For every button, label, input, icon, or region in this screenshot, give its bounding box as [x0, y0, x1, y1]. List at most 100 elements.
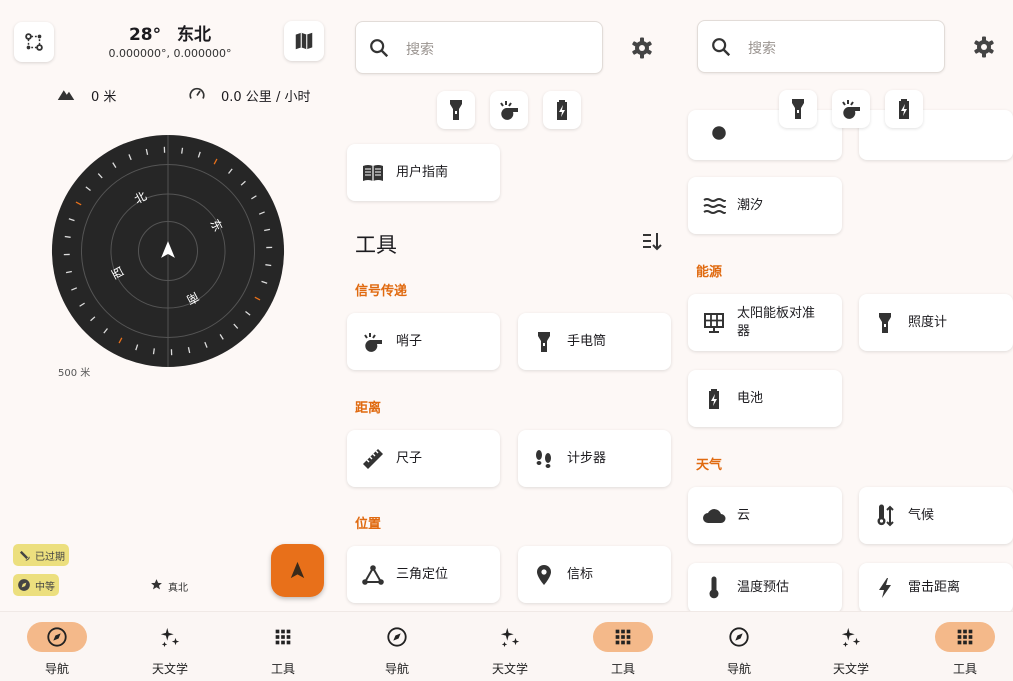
tool-card-partial[interactable] — [859, 110, 1013, 160]
tool-label: 照度计 — [908, 314, 948, 330]
compass-tick — [181, 147, 184, 154]
quick-battery-button[interactable] — [885, 90, 923, 128]
whistle-icon — [842, 100, 860, 119]
tool-whistle[interactable]: 哨子 — [347, 313, 500, 370]
tool-label: 云 — [737, 507, 751, 523]
triangle-nodes-icon — [362, 564, 384, 585]
tools-title: 工具 — [355, 233, 397, 257]
compass-icon — [18, 579, 30, 591]
grid-icon — [275, 629, 291, 645]
thermometer-icon — [709, 576, 719, 599]
quick-whistle-button[interactable] — [490, 91, 528, 129]
nav-tab-navigation[interactable]: 导航 — [682, 612, 796, 681]
heading-readout: 28° 东北 — [110, 20, 230, 45]
gps-status-badge[interactable]: 已过期 — [13, 544, 69, 566]
tool-clouds[interactable]: 云 — [688, 487, 842, 544]
cloud-icon — [703, 508, 726, 523]
tool-user-guide[interactable]: 用户指南 — [347, 144, 500, 201]
compass-dial[interactable]: 北 东 南 西 — [50, 133, 286, 369]
nav-tab-tools[interactable]: 工具 — [226, 612, 340, 681]
tool-ruler[interactable]: 尺子 — [347, 430, 500, 487]
tool-light-meter[interactable]: 照度计 — [859, 294, 1013, 351]
tool-icon — [712, 126, 726, 140]
bottom-nav: 导航 天文学 工具 — [340, 611, 682, 681]
tool-climate[interactable]: 气候 — [859, 487, 1013, 544]
navigation-arrow-icon — [290, 561, 305, 579]
nav-tab-astronomy[interactable]: 天文学 — [794, 612, 908, 681]
tool-label: 雷击距离 — [908, 580, 961, 595]
compass-icon — [47, 627, 67, 647]
tool-battery[interactable]: 电池 — [688, 370, 842, 427]
map-pin-icon — [537, 564, 551, 585]
flashlight-icon — [792, 99, 804, 119]
nav-tab-tools[interactable]: 工具 — [566, 612, 680, 681]
grid-icon — [957, 629, 973, 645]
beacon-fab[interactable] — [271, 544, 324, 597]
sparkles-icon — [841, 627, 861, 648]
sparkles-icon — [500, 627, 520, 648]
waves-icon — [703, 197, 726, 214]
heading-direction: 东北 — [177, 25, 212, 45]
quick-battery-button[interactable] — [543, 91, 581, 129]
ruler-icon — [363, 448, 383, 469]
search-placeholder: 搜索 — [748, 41, 776, 57]
tool-label: 信标 — [567, 566, 594, 582]
flashlight-icon — [879, 312, 891, 333]
quick-flashlight-button[interactable] — [779, 90, 817, 128]
tool-lightning[interactable]: 雷击距离 — [859, 563, 1013, 613]
settings-icon[interactable] — [630, 36, 654, 60]
nav-tab-navigation[interactable]: 导航 — [0, 612, 114, 681]
search-bar[interactable]: 搜索 — [355, 21, 603, 74]
speed-value: 0.0 公里 / 小时 — [221, 90, 311, 105]
tool-temperature-estimation[interactable]: 温度预估 — [688, 563, 842, 613]
book-icon — [363, 164, 383, 181]
nav-tab-astronomy[interactable]: 天文学 — [453, 612, 567, 681]
tool-card-partial[interactable] — [688, 110, 842, 160]
sparkles-icon — [160, 627, 180, 648]
flashlight-icon — [450, 100, 462, 120]
settings-icon[interactable] — [972, 35, 996, 59]
map-button[interactable] — [284, 21, 324, 61]
tool-label: 手电筒 — [567, 333, 607, 349]
nav-tab-label: 工具 — [952, 662, 977, 676]
bottom-nav: 导航 天文学 工具 — [682, 611, 1013, 681]
nav-tab-label: 工具 — [270, 662, 295, 676]
speedometer-icon — [189, 87, 205, 99]
tool-pedometer[interactable]: 计步器 — [518, 430, 671, 487]
nav-tab-astronomy[interactable]: 天文学 — [113, 612, 227, 681]
paths-button[interactable] — [14, 22, 54, 62]
tool-tides[interactable]: 潮汐 — [688, 177, 842, 234]
quick-whistle-button[interactable] — [832, 90, 870, 128]
tool-label: 尺子 — [396, 450, 423, 466]
tool-solar-panel[interactable]: 太阳能板对准器 — [688, 294, 842, 351]
tool-label: 温度预估 — [737, 580, 790, 595]
compass-accuracy-badge[interactable]: 中等 — [13, 574, 59, 596]
tool-beacons[interactable]: 信标 — [518, 546, 671, 603]
whistle-icon — [500, 101, 518, 120]
accuracy-label: 中等 — [35, 582, 55, 593]
tools-screen-scrolled: 搜索 潮汐 能源 太阳能板对准器 照度计 电池 天气 云 气候 温度预估 雷击距… — [682, 0, 1013, 681]
section-distance: 距离 — [355, 401, 382, 416]
map-scale: 500 米 — [58, 368, 91, 379]
nav-tab-tools[interactable]: 工具 — [908, 612, 1013, 681]
tool-triangulate[interactable]: 三角定位 — [347, 546, 500, 603]
map-icon — [295, 32, 313, 50]
search-bar[interactable]: 搜索 — [697, 20, 945, 73]
search-placeholder: 搜索 — [406, 42, 434, 58]
battery-icon — [709, 388, 719, 409]
coordinates[interactable]: 0.000000°, 0.000000° — [80, 47, 260, 60]
true-north-label: 真北 — [168, 583, 188, 594]
nav-tab-label: 天文学 — [491, 662, 528, 676]
thermometer-arrows-icon — [877, 504, 894, 526]
nav-tab-navigation[interactable]: 导航 — [340, 612, 454, 681]
grid-icon — [615, 629, 631, 645]
battery-icon — [557, 100, 567, 120]
compass-icon — [729, 627, 749, 647]
compass-icon — [387, 627, 407, 647]
section-weather: 天气 — [696, 458, 723, 473]
search-icon — [370, 39, 389, 58]
tool-flashlight[interactable]: 手电筒 — [518, 313, 671, 370]
nav-tab-label: 导航 — [44, 662, 69, 676]
sort-icon[interactable] — [640, 229, 664, 253]
quick-flashlight-button[interactable] — [437, 91, 475, 129]
